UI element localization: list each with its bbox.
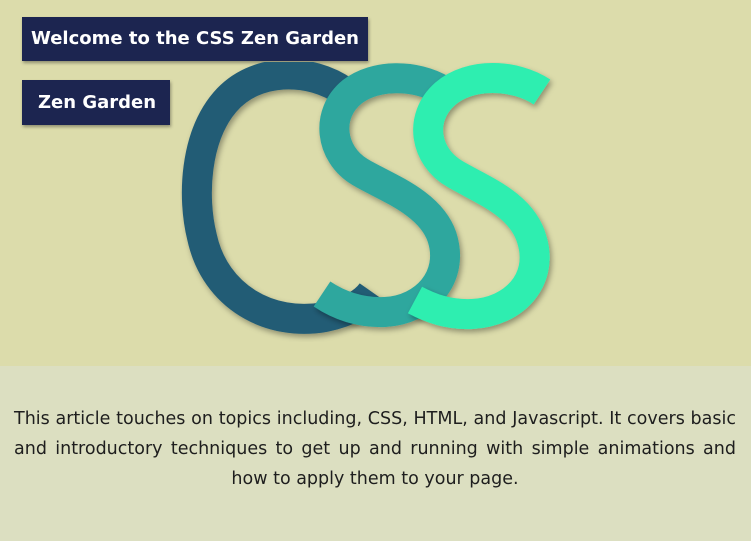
hero-section: Welcome to the CSS Zen Garden Zen Garden	[0, 0, 751, 366]
description-section: This article touches on topics including…	[0, 366, 751, 541]
css-logo-icon	[181, 62, 551, 334]
subtitle-badge: Zen Garden	[22, 80, 170, 125]
page-title-badge: Welcome to the CSS Zen Garden	[22, 17, 368, 61]
description-text: This article touches on topics including…	[14, 409, 736, 489]
